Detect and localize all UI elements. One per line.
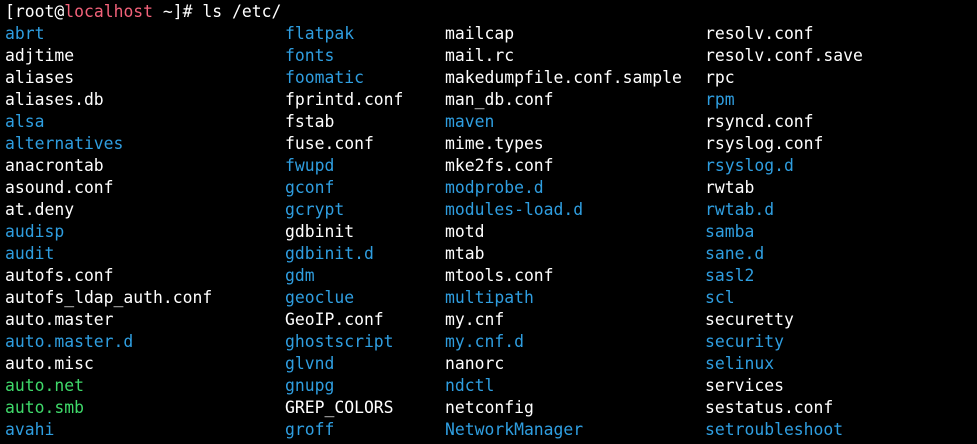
file-entry: resolv.conf.save bbox=[705, 46, 863, 65]
directory-entry: rsyslog.d bbox=[705, 156, 794, 175]
directory-entry: maven bbox=[445, 112, 495, 131]
directory-entry: geoclue bbox=[285, 288, 355, 307]
directory-entry: groff bbox=[285, 420, 335, 439]
file-entry: autofs_ldap_auth.conf bbox=[5, 288, 213, 307]
directory-entry: selinux bbox=[705, 354, 775, 373]
file-entry: mtab bbox=[445, 244, 485, 263]
directory-entry: gdm bbox=[285, 266, 315, 285]
file-entry: anacrontab bbox=[5, 156, 104, 175]
file-entry: mke2fs.conf bbox=[445, 156, 554, 175]
directory-entry: sane.d bbox=[705, 244, 765, 263]
prompt-open-bracket: [ bbox=[5, 2, 15, 21]
directory-entry: alternatives bbox=[5, 134, 124, 153]
prompt-command: ls /etc/ bbox=[202, 2, 282, 21]
directory-entry: NetworkManager bbox=[445, 420, 584, 439]
file-entry: aliases.db bbox=[5, 90, 104, 109]
file-entry: mtools.conf bbox=[445, 266, 554, 285]
file-entry: makedumpfile.conf.sample bbox=[445, 68, 682, 87]
file-entry: sestatus.conf bbox=[705, 398, 834, 417]
file-entry: adjtime bbox=[5, 46, 75, 65]
file-entry: services bbox=[705, 376, 784, 395]
file-entry: auto.misc bbox=[5, 354, 94, 373]
file-entry: netconfig bbox=[445, 398, 534, 417]
directory-entry: ndctl bbox=[445, 376, 495, 395]
file-entry: resolv.conf bbox=[705, 24, 814, 43]
directory-entry: audisp bbox=[5, 222, 65, 241]
directory-entry: samba bbox=[705, 222, 755, 241]
directory-entry: avahi bbox=[5, 420, 55, 439]
directory-entry: gcrypt bbox=[285, 200, 345, 219]
prompt-host: localhost bbox=[64, 2, 154, 21]
ls-column-4: resolv.conf resolv.conf.save rpc rpm rsyncd.… bbox=[705, 23, 863, 441]
file-entry: fprintd.conf bbox=[285, 90, 404, 109]
ls-column-2: flatpak fonts foomatic fprintd.conf fstab fus… bbox=[285, 23, 403, 441]
file-entry: rpc bbox=[705, 68, 735, 87]
directory-entry: setroubleshoot bbox=[705, 420, 844, 439]
file-entry: mailcap bbox=[445, 24, 515, 43]
directory-entry: foomatic bbox=[285, 68, 364, 87]
directory-entry: ghostscript bbox=[285, 332, 394, 351]
prompt-cwd: ~] bbox=[153, 2, 183, 21]
directory-entry: auto.master.d bbox=[5, 332, 134, 351]
file-entry: fuse.conf bbox=[285, 134, 374, 153]
directory-entry: fwupd bbox=[285, 156, 335, 175]
file-entry: nanorc bbox=[445, 354, 505, 373]
prompt-at: @ bbox=[54, 2, 65, 21]
file-entry: man_db.conf bbox=[445, 90, 554, 109]
file-entry: GeoIP.conf bbox=[285, 310, 384, 329]
ls-output: abrt adjtime aliases aliases.db alsa alternat… bbox=[5, 23, 977, 439]
directory-entry: fonts bbox=[285, 46, 335, 65]
file-entry: securetty bbox=[705, 310, 794, 329]
directory-entry: flatpak bbox=[285, 24, 355, 43]
file-entry: rsyslog.conf bbox=[705, 134, 824, 153]
executable-entry: auto.smb bbox=[5, 398, 84, 417]
ls-column-1: abrt adjtime aliases aliases.db alsa alternat… bbox=[5, 23, 212, 441]
file-entry: mail.rc bbox=[445, 46, 515, 65]
terminal-window[interactable]: [root@localhost ~]# ls /etc/ abrt adjtime… bbox=[0, 0, 977, 444]
ls-column-3: mailcap mail.rc makedumpfile.conf.sample ma… bbox=[445, 23, 682, 441]
directory-entry: abrt bbox=[5, 24, 45, 43]
directory-entry: glvnd bbox=[285, 354, 335, 373]
file-entry: rwtab bbox=[705, 178, 755, 197]
directory-entry: audit bbox=[5, 244, 55, 263]
directory-entry: gnupg bbox=[285, 376, 335, 395]
directory-entry: modules-load.d bbox=[445, 200, 584, 219]
directory-entry: rwtab.d bbox=[705, 200, 775, 219]
file-entry: GREP_COLORS bbox=[285, 398, 394, 417]
executable-entry: auto.net bbox=[5, 376, 84, 395]
directory-entry: gconf bbox=[285, 178, 335, 197]
prompt-user: root bbox=[14, 2, 55, 21]
directory-entry: gdbinit.d bbox=[285, 244, 374, 263]
file-entry: auto.master bbox=[5, 310, 114, 329]
file-entry: asound.conf bbox=[5, 178, 114, 197]
directory-entry: my.cnf.d bbox=[445, 332, 524, 351]
file-entry: motd bbox=[445, 222, 485, 241]
directory-entry: security bbox=[705, 332, 784, 351]
directory-entry: sasl2 bbox=[705, 266, 755, 285]
file-entry: rsyncd.conf bbox=[705, 112, 814, 131]
prompt-symbol: # bbox=[182, 2, 203, 21]
file-entry: my.cnf bbox=[445, 310, 505, 329]
file-entry: gdbinit bbox=[285, 222, 355, 241]
directory-entry: scl bbox=[705, 288, 735, 307]
file-entry: fstab bbox=[285, 112, 335, 131]
shell-prompt: [root@localhost ~]# ls /etc/ bbox=[5, 1, 281, 23]
file-entry: at.deny bbox=[5, 200, 75, 219]
directory-entry: modprobe.d bbox=[445, 178, 544, 197]
file-entry: aliases bbox=[5, 68, 75, 87]
directory-entry: alsa bbox=[5, 112, 45, 131]
directory-entry: multipath bbox=[445, 288, 534, 307]
file-entry: autofs.conf bbox=[5, 266, 114, 285]
directory-entry: rpm bbox=[705, 90, 735, 109]
file-entry: mime.types bbox=[445, 134, 544, 153]
